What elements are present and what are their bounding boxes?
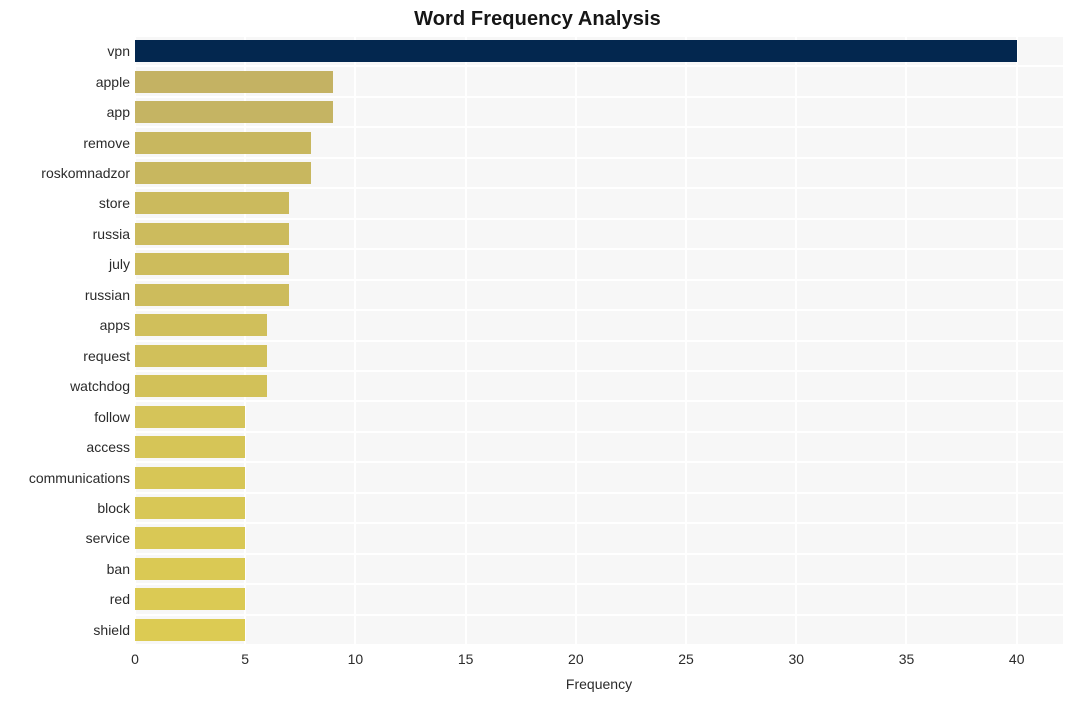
bar-russian[interactable] bbox=[135, 283, 290, 306]
y-tick-label-block: block bbox=[97, 499, 130, 516]
y-tick-label-shield: shield bbox=[93, 621, 130, 638]
bar-communications[interactable] bbox=[135, 466, 246, 489]
x-tick-label-20: 20 bbox=[568, 651, 584, 667]
x-tick-label-5: 5 bbox=[241, 651, 250, 667]
bar-red[interactable] bbox=[135, 588, 246, 611]
x-tick-label-40: 40 bbox=[1008, 651, 1025, 667]
y-tick-label-request: request bbox=[83, 347, 130, 364]
bar-request[interactable] bbox=[135, 344, 268, 367]
plot-area bbox=[135, 36, 1063, 645]
x-tick-label-0: 0 bbox=[131, 651, 139, 667]
y-tick-label-store: store bbox=[98, 195, 130, 212]
x-tick-label-10: 10 bbox=[347, 651, 364, 667]
bar-apps[interactable] bbox=[135, 314, 268, 337]
x-axis-title: Frequency bbox=[565, 676, 633, 692]
y-tick-label-communications: communications bbox=[28, 469, 130, 486]
y-tick-label-apple: apple bbox=[95, 73, 130, 90]
y-tick-label-watchdog: watchdog bbox=[70, 378, 130, 395]
y-tick-label-ban: ban bbox=[106, 560, 130, 577]
y-tick-label-roskomnadzor: roskomnadzor bbox=[41, 165, 130, 182]
y-tick-label-app: app bbox=[106, 104, 130, 121]
bar-roskomnadzor[interactable] bbox=[135, 162, 312, 185]
bar-vpn[interactable] bbox=[135, 40, 1017, 63]
y-tick-label-russian: russian bbox=[84, 286, 130, 303]
x-tick-label-35: 35 bbox=[898, 651, 915, 667]
bar-service[interactable] bbox=[135, 527, 246, 550]
word-frequency-chart: Word Frequency Analysis vpn apple app remov… bbox=[0, 0, 1075, 701]
bars-layer bbox=[135, 36, 1063, 645]
y-tick-label-remove: remove bbox=[83, 134, 130, 151]
bar-july[interactable] bbox=[135, 253, 290, 276]
x-tick-label-15: 15 bbox=[457, 651, 474, 667]
chart-title: Word Frequency Analysis bbox=[414, 8, 661, 30]
bar-access[interactable] bbox=[135, 436, 246, 459]
bar-follow[interactable] bbox=[135, 405, 246, 428]
y-tick-label-service: service bbox=[85, 530, 130, 547]
bar-ban[interactable] bbox=[135, 557, 246, 580]
bar-block[interactable] bbox=[135, 496, 246, 519]
y-axis-labels: vpn apple app remove roskomnadzor store russia… bbox=[0, 36, 130, 645]
bar-store[interactable] bbox=[135, 192, 290, 215]
x-tick-label-25: 25 bbox=[678, 651, 694, 667]
bar-russia[interactable] bbox=[135, 222, 290, 245]
y-tick-label-vpn: vpn bbox=[107, 43, 130, 60]
bar-remove[interactable] bbox=[135, 131, 312, 154]
bar-watchdog[interactable] bbox=[135, 375, 268, 398]
bar-app[interactable] bbox=[135, 101, 334, 124]
bar-shield[interactable] bbox=[135, 618, 246, 641]
x-tick-label-30: 30 bbox=[788, 651, 805, 667]
x-axis-ticks: 0 5 10 15 20 25 30 35 40 bbox=[131, 650, 1063, 672]
bar-apple[interactable] bbox=[135, 70, 334, 93]
y-tick-label-access: access bbox=[86, 439, 130, 456]
y-tick-label-russia: russia bbox=[92, 225, 130, 242]
y-tick-label-red: red bbox=[109, 591, 130, 608]
y-tick-label-follow: follow bbox=[94, 408, 130, 425]
y-tick-label-apps: apps bbox=[99, 317, 130, 334]
y-tick-label-july: july bbox=[108, 256, 130, 273]
